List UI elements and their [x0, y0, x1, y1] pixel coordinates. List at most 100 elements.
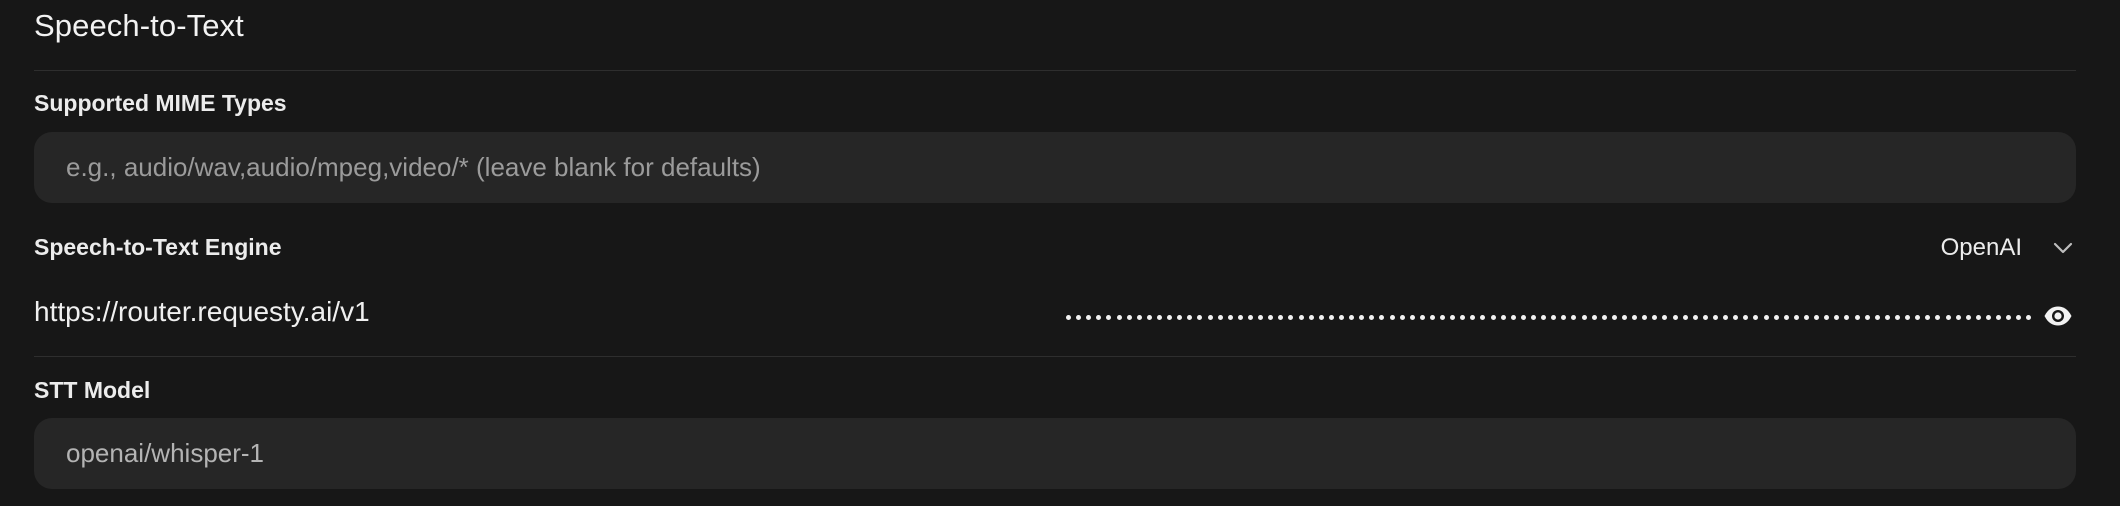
masked-char-dot: [1187, 314, 1193, 320]
masked-char-dot: [1551, 314, 1557, 320]
masked-char-dot: [1227, 314, 1233, 320]
masked-char-dot: [1561, 314, 1567, 320]
masked-char-dot: [1793, 314, 1799, 320]
stt-engine-select[interactable]: OpenAI: [1941, 230, 2074, 266]
masked-char-dot: [1894, 314, 1900, 320]
masked-char-dot: [1571, 314, 1577, 320]
masked-char-dot: [1086, 314, 1092, 320]
masked-char-dot: [1379, 314, 1385, 320]
masked-char-dot: [1369, 314, 1375, 320]
masked-char-dot: [1076, 314, 1082, 320]
masked-char-dot: [1419, 314, 1425, 320]
masked-char-dot: [1470, 314, 1476, 320]
masked-char-dot: [1096, 314, 1102, 320]
masked-char-dot: [1975, 314, 1981, 320]
masked-char-dot: [1945, 314, 1951, 320]
masked-char-dot: [1146, 314, 1152, 320]
masked-char-dot: [1632, 314, 1638, 320]
masked-char-dot: [1531, 314, 1537, 320]
masked-char-dot: [1480, 314, 1486, 320]
api-base-url-input[interactable]: https://router.requesty.ai/v1: [34, 296, 370, 328]
masked-char-dot: [1156, 314, 1162, 320]
masked-char-dot: [1167, 314, 1173, 320]
eye-icon[interactable]: [2043, 302, 2073, 330]
chevron-down-icon: [2052, 237, 2074, 259]
stt-settings-panel: Speech-to-Text Supported MIME Types e.g.…: [0, 0, 2120, 506]
masked-char-dot: [1268, 314, 1274, 320]
masked-char-dot: [1207, 314, 1213, 320]
masked-char-dot: [1642, 314, 1648, 320]
masked-char-dot: [1692, 314, 1698, 320]
masked-char-dot: [1247, 314, 1253, 320]
masked-char-dot: [1197, 314, 1203, 320]
masked-char-dot: [1500, 314, 1506, 320]
masked-char-dot: [1136, 314, 1142, 320]
masked-char-dot: [1440, 314, 1446, 320]
masked-char-dot: [1935, 314, 1941, 320]
section-title: Speech-to-Text: [34, 8, 244, 43]
masked-char-dot: [1844, 314, 1850, 320]
masked-char-dot: [1854, 314, 1860, 320]
stt-model-input[interactable]: openai/whisper-1: [34, 418, 2076, 489]
masked-char-dot: [1874, 314, 1880, 320]
masked-char-dot: [1834, 314, 1840, 320]
masked-char-dot: [1713, 314, 1718, 320]
masked-char-dot: [1349, 314, 1355, 320]
masked-char-dot: [1925, 314, 1931, 320]
masked-char-dot: [1328, 314, 1334, 320]
masked-char-dot: [1490, 314, 1496, 320]
masked-char-dot: [1884, 314, 1890, 320]
masked-char-dot: [2016, 314, 2022, 320]
masked-char-dot: [1723, 314, 1729, 320]
mime-types-input[interactable]: e.g., audio/wav,audio/mpeg,video/* (leav…: [34, 132, 2076, 203]
masked-char-dot: [1237, 314, 1243, 320]
masked-char-dot: [2006, 314, 2012, 320]
masked-char-dot: [1409, 314, 1415, 320]
stt-model-label: STT Model: [34, 377, 151, 403]
masked-char-dot: [1520, 314, 1526, 320]
masked-char-dot: [1682, 314, 1688, 320]
masked-char-dot: [1783, 314, 1789, 320]
masked-char-dot: [1399, 314, 1405, 320]
masked-char-dot: [1126, 314, 1132, 320]
mime-types-placeholder: e.g., audio/wav,audio/mpeg,video/* (leav…: [66, 152, 761, 182]
masked-char-dot: [1864, 314, 1870, 320]
masked-char-dot: [1955, 314, 1961, 320]
divider: [34, 356, 2076, 357]
masked-char-dot: [1389, 314, 1395, 320]
masked-char-dot: [1278, 314, 1284, 320]
stt-model-value: openai/whisper-1: [66, 438, 265, 468]
stt-engine-selected: OpenAI: [1940, 234, 2022, 261]
masked-char-dot: [1298, 314, 1304, 320]
stt-engine-label: Speech-to-Text Engine: [34, 234, 282, 260]
masked-char-dot: [1177, 314, 1183, 320]
masked-char-dot: [1814, 314, 1820, 320]
masked-char-dot: [1066, 314, 1071, 320]
masked-char-dot: [1996, 314, 2002, 320]
masked-char-dot: [1753, 314, 1759, 320]
masked-char-dot: [1985, 314, 1991, 320]
masked-char-dot: [1803, 314, 1809, 320]
masked-char-dot: [1510, 314, 1516, 320]
masked-char-dot: [1622, 314, 1628, 320]
masked-char-dot: [1965, 314, 1971, 320]
masked-char-dot: [1733, 314, 1739, 320]
masked-char-dot: [1652, 314, 1658, 320]
masked-char-dot: [1824, 314, 1830, 320]
masked-char-dot: [1702, 314, 1708, 320]
masked-char-dot: [1672, 314, 1678, 320]
masked-char-dot: [1359, 314, 1365, 320]
masked-char-dot: [1450, 314, 1456, 320]
masked-char-dot: [1217, 314, 1223, 320]
masked-char-dot: [1116, 314, 1122, 320]
masked-char-dot: [1591, 314, 1597, 320]
masked-char-dot: [1460, 314, 1466, 320]
mime-types-label: Supported MIME Types: [34, 90, 287, 116]
masked-char-dot: [1743, 314, 1749, 320]
masked-char-dot: [1773, 314, 1779, 320]
masked-char-dot: [1338, 314, 1344, 320]
masked-char-dot: [1318, 314, 1324, 320]
api-key-input[interactable]: [1066, 312, 2032, 322]
masked-char-dot: [1288, 314, 1294, 320]
masked-char-dot: [1611, 314, 1617, 320]
